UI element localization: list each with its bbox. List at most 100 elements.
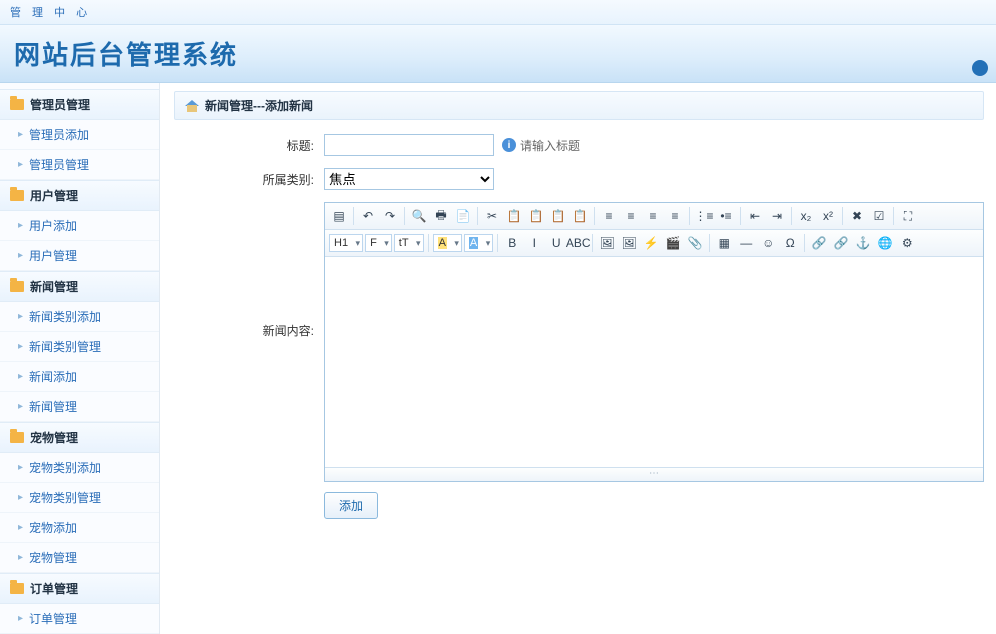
sidebar-item[interactable]: ▸管理员添加 [0,120,159,150]
editor-body[interactable] [325,257,983,467]
editor-anchor-button[interactable]: ⚓ [853,233,873,253]
editor-heading-select[interactable]: H1 [329,234,363,252]
undo-icon: ↶ [363,209,373,223]
sidebar-group[interactable]: 管理员管理 [0,89,159,120]
sidebar-item[interactable]: ▸用户添加 [0,211,159,241]
sidebar-group[interactable]: 新闻管理 [0,271,159,302]
editor-subscript-button[interactable]: x₂ [796,206,816,226]
editor-cut-button[interactable]: ✂ [482,206,502,226]
arrow-icon: ▸ [18,220,23,231]
sidebar-item[interactable]: ▸新闻类别管理 [0,332,159,362]
editor-italic-button[interactable]: I [524,233,544,253]
category-select[interactable]: 焦点 [324,168,494,190]
backcolor-icon: A [469,237,478,249]
editor-forecolor-select[interactable]: A [433,234,462,252]
arrow-icon: ▸ [18,552,23,563]
editor-select-all-button[interactable]: ☑ [869,206,889,226]
arrow-icon: ▸ [18,401,23,412]
align-center-icon: ≡ [627,209,634,223]
info-icon: i [502,138,516,152]
editor-paste-button[interactable]: 📋 [526,206,546,226]
sidebar-item[interactable]: ▸新闻管理 [0,392,159,422]
category-label: 所属类别: [174,171,324,188]
editor-preview-button[interactable]: 🔍 [409,206,429,226]
source-icon: ▤ [333,209,344,223]
sidebar-item[interactable]: ▸宠物添加 [0,513,159,543]
editor-paste-word-button[interactable]: 📋 [570,206,590,226]
editor-code-button[interactable]: ⚙ [897,233,917,253]
content-label: 新闻内容: [174,202,324,482]
sidebar-item[interactable]: ▸订单管理 [0,604,159,634]
arrow-icon: ▸ [18,522,23,533]
help-icon[interactable] [972,60,988,76]
sidebar-item[interactable]: ▸宠物管理 [0,543,159,573]
toolbar-separator [740,207,741,225]
editor-align-justify-button[interactable]: ≡ [665,206,685,226]
editor-list-ul-button[interactable]: •≡ [716,206,736,226]
sidebar-group[interactable]: 宠物管理 [0,422,159,453]
content-area: 新闻管理---添加新闻 标题: i 请输入标题 所属类别: 焦点 新闻内容: ▤… [160,83,996,634]
folder-icon [10,583,24,594]
editor-superscript-button[interactable]: x² [818,206,838,226]
editor-file-button[interactable]: 📎 [685,233,705,253]
editor-bold-button[interactable]: B [502,233,522,253]
editor-size-select[interactable]: tT [394,234,424,252]
sidebar-item[interactable]: ▸宠物类别添加 [0,453,159,483]
editor-list-ol-button[interactable]: ⋮≡ [694,206,714,226]
editor-fullscreen-button[interactable]: ⛶ [898,206,918,226]
multi-image-icon: 🖼 [622,236,637,250]
header-main: 网站后台管理系统 [0,25,996,83]
editor-align-right-button[interactable]: ≡ [643,206,663,226]
sidebar-item[interactable]: ▸新闻添加 [0,362,159,392]
editor-unlink-button[interactable]: 🔗 [831,233,851,253]
sidebar-item[interactable]: ▸宠物类别管理 [0,483,159,513]
template-icon: 📄 [456,209,471,223]
editor-toolbar-row2: H1FtTAABIUABC🖼🖼⚡🎬📎▦—☺Ω🔗🔗⚓🌐⚙ [325,230,983,257]
editor-outdent-button[interactable]: ⇤ [745,206,765,226]
sidebar-item[interactable]: ▸新闻类别添加 [0,302,159,332]
editor-align-center-button[interactable]: ≡ [621,206,641,226]
title-label: 标题: [174,137,324,154]
toolbar-separator [497,234,498,252]
editor-clear-format-button[interactable]: ✖ [847,206,867,226]
editor-emoticon-button[interactable]: ☺ [758,233,778,253]
sidebar-group-label: 用户管理 [30,187,78,204]
underline-icon: U [552,236,561,250]
editor-backcolor-select[interactable]: A [464,234,493,252]
sidebar-item[interactable]: ▸用户管理 [0,241,159,271]
submit-button[interactable]: 添加 [324,492,378,519]
editor-strike-button[interactable]: ABC [568,233,588,253]
editor-special-button[interactable]: Ω [780,233,800,253]
editor-media-button[interactable]: 🎬 [663,233,683,253]
editor-resize-handle[interactable]: ⋯ [325,467,983,481]
editor-flash-button[interactable]: ⚡ [641,233,661,253]
editor-align-left-button[interactable]: ≡ [599,206,619,226]
editor-multi-image-button[interactable]: 🖼 [619,233,639,253]
editor-copy-button[interactable]: 📋 [504,206,524,226]
sidebar-item[interactable]: ▸管理员管理 [0,150,159,180]
editor-paste-text-button[interactable]: 📋 [548,206,568,226]
title-input[interactable] [324,134,494,156]
editor-source-button[interactable]: ▤ [329,206,349,226]
preview-icon: 🔍 [412,209,427,223]
editor-font-select[interactable]: F [365,234,392,252]
editor-redo-button[interactable]: ↷ [380,206,400,226]
italic-icon: I [533,236,536,250]
sidebar-group[interactable]: 用户管理 [0,180,159,211]
editor-hr-button[interactable]: — [736,233,756,253]
sidebar-group[interactable]: 订单管理 [0,573,159,604]
editor-underline-button[interactable]: U [546,233,566,253]
sidebar-group-label: 管理员管理 [30,96,90,113]
editor-table-button[interactable]: ▦ [714,233,734,253]
sidebar-group-label: 宠物管理 [30,429,78,446]
editor-map-button[interactable]: 🌐 [875,233,895,253]
arrow-icon: ▸ [18,492,23,503]
editor-link-button[interactable]: 🔗 [809,233,829,253]
editor-undo-button[interactable]: ↶ [358,206,378,226]
editor-image-button[interactable]: 🖼 [597,233,617,253]
header-top-label: 管 理 中 心 [0,0,996,25]
select-all-icon: ☑ [874,209,885,223]
editor-indent-button[interactable]: ⇥ [767,206,787,226]
editor-template-button[interactable]: 📄 [453,206,473,226]
editor-print-button[interactable]: 🖶 [431,206,451,226]
